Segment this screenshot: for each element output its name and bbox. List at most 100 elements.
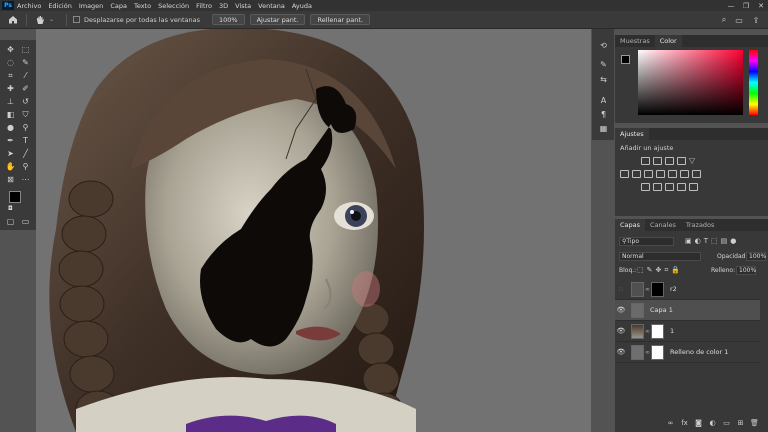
lock-icons[interactable]: ⬚✎✥⌗🔒 — [637, 266, 683, 275]
visibility-toggle-icon[interactable]: 👁 — [615, 348, 627, 356]
paragraph-icon[interactable]: ¶ — [598, 109, 609, 120]
move-tool-icon[interactable]: ✥ — [5, 44, 16, 55]
layer-filter-dropdown[interactable]: ⚲ Tipo — [619, 237, 674, 246]
dodge-tool-icon[interactable]: ⚲ — [20, 122, 31, 133]
menu-vista[interactable]: Vista — [235, 2, 251, 10]
fill-screen-button[interactable]: Rellenar pant. — [310, 14, 371, 25]
quick-selection-tool-icon[interactable]: ✎ — [20, 57, 31, 68]
libraries-icon[interactable]: ▦ — [598, 123, 609, 134]
eyedropper-tool-icon[interactable]: ⁄ — [20, 70, 31, 81]
layer-name[interactable]: 1 — [670, 327, 674, 335]
black-white-icon[interactable] — [644, 170, 653, 178]
layer-name[interactable]: Relleno de color 1 — [670, 348, 728, 356]
levels-icon[interactable] — [653, 157, 662, 165]
menu-filtro[interactable]: Filtro — [196, 2, 212, 10]
marquee-tool-icon[interactable]: ⬚ — [20, 44, 31, 55]
close-icon[interactable]: ✕ — [754, 0, 768, 11]
hue-saturation-icon[interactable] — [620, 170, 629, 178]
opacity-field[interactable]: 100% — [746, 252, 766, 261]
tool-preset-chevron-icon[interactable]: ⌄ — [49, 16, 54, 23]
paint-bucket-tool-icon[interactable]: ⛉ — [20, 109, 31, 120]
pen-tool-icon[interactable]: ✒ — [5, 135, 16, 146]
foreground-color-chip[interactable] — [621, 55, 630, 64]
minimize-icon[interactable]: — — [724, 0, 738, 11]
blur-tool-icon[interactable]: ● — [5, 122, 16, 133]
vibrance-icon[interactable]: ▽ — [689, 156, 695, 165]
zoom-100-button[interactable]: 100% — [212, 14, 245, 25]
character-icon[interactable]: A — [598, 95, 609, 106]
screen-mode-icon[interactable]: ▭ — [20, 216, 31, 227]
home-icon[interactable] — [6, 13, 20, 27]
path-selection-tool-icon[interactable]: ➤ — [5, 148, 16, 159]
layer-filter-icons[interactable]: ▣◐T⬚▤● — [685, 237, 739, 245]
exposure-icon[interactable] — [677, 157, 686, 165]
invert-icon[interactable] — [641, 183, 650, 191]
tab-color[interactable]: Color — [654, 35, 682, 47]
layer-style-icon[interactable]: fx — [679, 419, 690, 427]
more-tools-icon[interactable]: ⋯ — [20, 174, 31, 185]
properties-icon[interactable]: ⇆ — [598, 74, 609, 85]
eraser-tool-icon[interactable]: ◧ — [5, 109, 16, 120]
brightness-contrast-icon[interactable] — [641, 157, 650, 165]
color-picker-field[interactable] — [638, 50, 743, 115]
layer-row[interactable]: ▫ ∞ r2 — [615, 279, 760, 300]
channel-mixer-icon[interactable] — [668, 170, 677, 178]
color-lookup-icon[interactable] — [680, 170, 689, 178]
foreground-color-swatch[interactable] — [9, 191, 21, 203]
layer-mask-thumbnail[interactable] — [651, 344, 664, 360]
curves-icon[interactable] — [665, 157, 674, 165]
brush-settings-icon[interactable]: ✎ — [598, 59, 609, 70]
tab-canales[interactable]: Canales — [645, 219, 681, 231]
edit-toolbar-icon[interactable]: ⊠ — [5, 174, 16, 185]
menu-seleccion[interactable]: Selección — [158, 2, 189, 10]
new-adjustment-icon[interactable]: ◐ — [707, 419, 718, 427]
new-group-icon[interactable]: ▭ — [721, 419, 732, 427]
selective-color-icon[interactable] — [689, 183, 698, 191]
hue-slider[interactable] — [749, 50, 758, 115]
gradient-map-icon[interactable] — [677, 183, 686, 191]
default-colors-icon[interactable]: ◘ — [8, 205, 13, 212]
fill-field[interactable]: 100% — [736, 266, 756, 275]
crop-tool-icon[interactable]: ⌗ — [5, 70, 16, 81]
gradient-map-table-icon[interactable] — [692, 170, 701, 178]
threshold-icon[interactable] — [665, 183, 674, 191]
history-brush-tool-icon[interactable]: ↺ — [20, 96, 31, 107]
menu-ventana[interactable]: Ventana — [258, 2, 285, 10]
layer-row-selected[interactable]: 👁 Capa 1 — [615, 300, 760, 321]
line-tool-icon[interactable]: ╱ — [20, 148, 31, 159]
menu-texto[interactable]: Texto — [134, 2, 151, 10]
search-icon[interactable]: ⌕ — [718, 14, 730, 26]
visibility-toggle-icon[interactable]: ▫ — [615, 285, 627, 293]
layer-name[interactable]: Capa 1 — [650, 306, 673, 314]
layer-row[interactable]: 👁 ∞ Relleno de color 1 — [615, 342, 760, 363]
quick-mask-icon[interactable]: ▢ — [5, 216, 16, 227]
share-icon[interactable]: ⇪ — [750, 14, 762, 26]
color-balance-icon[interactable] — [632, 170, 641, 178]
visibility-toggle-icon[interactable]: 👁 — [615, 306, 627, 314]
zoom-tool-icon[interactable]: ⚲ — [20, 161, 31, 172]
tab-ajustes[interactable]: Ajustes — [615, 128, 649, 140]
menu-imagen[interactable]: Imagen — [79, 2, 103, 10]
tab-muestras[interactable]: Muestras — [615, 35, 655, 47]
scroll-all-windows-checkbox[interactable] — [73, 16, 81, 23]
tab-capas[interactable]: Capas — [615, 219, 646, 231]
brush-tool-icon[interactable]: ✐ — [20, 83, 31, 94]
photoshop-logo[interactable]: Ps — [2, 1, 14, 10]
restore-icon[interactable]: ❐ — [739, 0, 753, 11]
delete-layer-icon[interactable]: 🗑 — [749, 419, 760, 427]
visibility-toggle-icon[interactable]: 👁 — [615, 327, 627, 335]
posterize-icon[interactable] — [653, 183, 662, 191]
layer-mask-thumbnail[interactable] — [651, 323, 664, 339]
document-canvas[interactable] — [36, 29, 591, 432]
hand-tool-icon[interactable]: ✋ — [5, 161, 16, 172]
menu-3d[interactable]: 3D — [219, 2, 228, 10]
menu-archivo[interactable]: Archivo — [17, 2, 41, 10]
type-tool-icon[interactable]: T — [20, 135, 31, 146]
layer-row[interactable]: 👁 ∞ 1 — [615, 321, 760, 342]
hand-tool-icon[interactable] — [33, 13, 47, 27]
add-mask-icon[interactable]: ◙ — [693, 419, 704, 427]
healing-brush-tool-icon[interactable]: ✚ — [5, 83, 16, 94]
blend-mode-dropdown[interactable]: Normal — [619, 252, 701, 261]
new-layer-icon[interactable]: ⊞ — [735, 419, 746, 427]
history-icon[interactable]: ⟲ — [598, 40, 609, 51]
